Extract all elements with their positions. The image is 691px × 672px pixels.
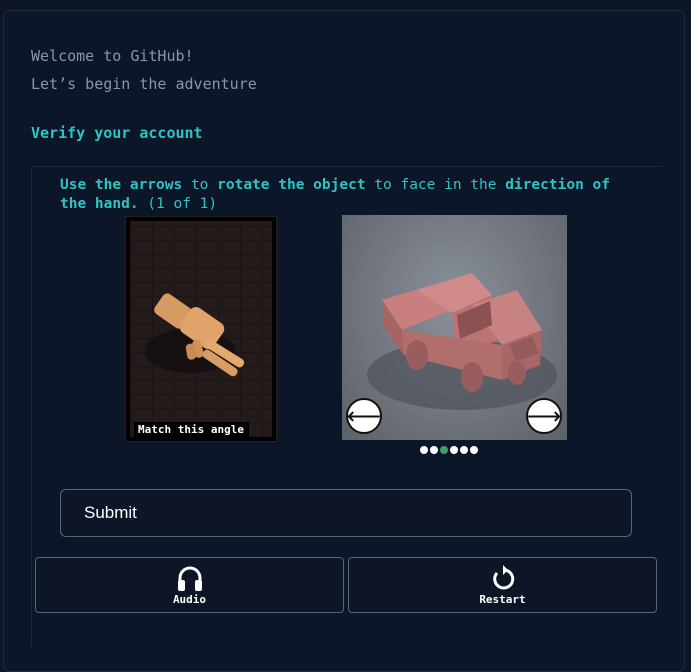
hand-icon bbox=[145, 293, 245, 377]
audio-label: Audio bbox=[172, 593, 207, 606]
welcome-line-1: Welcome to GitHub! bbox=[31, 47, 194, 65]
restart-button[interactable]: Restart bbox=[348, 557, 657, 613]
rotate-right-button[interactable]: ⟶ bbox=[526, 398, 562, 434]
instruction-part-3: rotate the object bbox=[217, 177, 366, 193]
instruction-part-6: (1 of 1) bbox=[138, 196, 218, 212]
restart-label: Restart bbox=[479, 593, 526, 606]
arrow-left-icon: ⟵ bbox=[346, 402, 382, 430]
reference-image: Match this angle bbox=[125, 216, 277, 442]
rotation-indicator bbox=[420, 446, 478, 454]
submit-label: Submit bbox=[84, 503, 137, 522]
rotation-dot bbox=[460, 446, 468, 454]
instruction-part-4: to face in the bbox=[365, 177, 506, 193]
rotation-dot bbox=[420, 446, 428, 454]
welcome-text: Welcome to GitHub! Let’s begin the adven… bbox=[31, 42, 257, 98]
restart-icon bbox=[492, 565, 514, 590]
arrow-right-icon: ⟶ bbox=[526, 402, 562, 430]
rotate-left-button[interactable]: ⟵ bbox=[346, 398, 382, 434]
verify-heading: Verify your account bbox=[31, 124, 203, 142]
reference-label: Match this angle bbox=[134, 422, 249, 437]
welcome-line-2: Let’s begin the adventure bbox=[31, 75, 257, 93]
challenge-instruction: Use the arrows to rotate the object to f… bbox=[60, 176, 620, 214]
audio-button[interactable]: Audio bbox=[35, 557, 344, 613]
rotation-dot bbox=[470, 446, 478, 454]
instruction-part-1: Use the arrows bbox=[60, 177, 183, 193]
submit-button[interactable]: Submit bbox=[60, 489, 632, 537]
headphones-icon bbox=[177, 566, 202, 591]
rotation-dot bbox=[450, 446, 458, 454]
reference-background: Match this angle bbox=[130, 221, 272, 437]
rotation-dot bbox=[430, 446, 438, 454]
rotation-dot-active bbox=[440, 446, 448, 454]
instruction-part-2: to bbox=[182, 177, 218, 193]
